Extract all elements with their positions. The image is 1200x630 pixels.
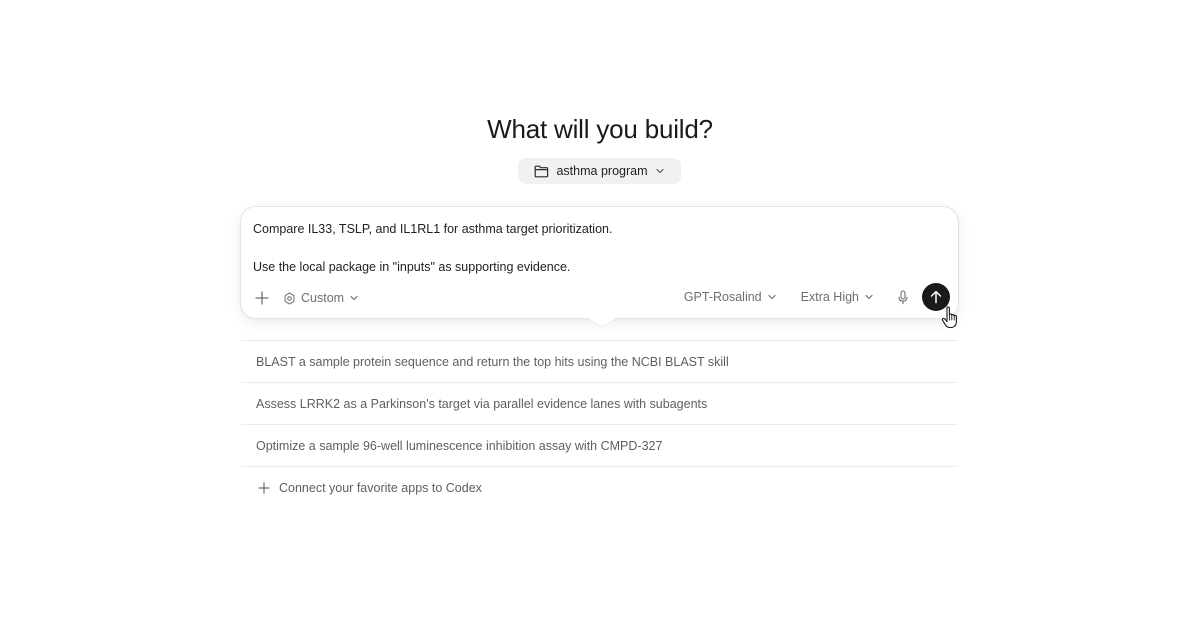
suggestion-list: BLAST a sample protein sequence and retu… <box>241 340 958 508</box>
connect-apps-button[interactable]: Connect your favorite apps to Codex <box>241 466 958 508</box>
model-label: GPT-Rosalind <box>683 290 762 304</box>
folder-icon <box>534 165 549 178</box>
chevron-down-icon <box>655 166 665 176</box>
mode-selector[interactable]: Custom <box>283 291 359 305</box>
prompt-line: Compare IL33, TSLP, and IL1RL1 for asthm… <box>253 222 613 236</box>
chevron-down-icon <box>350 295 358 301</box>
prompt-input[interactable]: Compare IL33, TSLP, and IL1RL1 for asthm… <box>253 220 943 277</box>
gear-icon <box>284 291 295 305</box>
chevron-down-icon <box>865 294 873 300</box>
arrow-up-icon <box>930 290 942 304</box>
effort-label: Extra High <box>800 290 859 304</box>
microphone-icon <box>898 289 908 304</box>
microphone-button[interactable] <box>897 289 909 305</box>
prompt-composer[interactable]: Compare IL33, TSLP, and IL1RL1 for asthm… <box>240 206 959 319</box>
composer-toolbar-right: GPT-Rosalind Extra High <box>684 282 950 312</box>
reasoning-effort-selector[interactable]: Extra High <box>801 290 874 304</box>
plus-icon <box>255 291 269 305</box>
add-attachment-button[interactable] <box>255 291 269 305</box>
project-selector[interactable]: asthma program <box>518 158 681 184</box>
mode-label: Custom <box>301 291 345 305</box>
composer-toolbar-left: Custom <box>255 287 359 309</box>
project-label: asthma program <box>556 164 648 178</box>
connect-apps-label: Connect your favorite apps to Codex <box>279 480 482 495</box>
hand-cursor-icon <box>941 306 957 329</box>
suggestion-item[interactable]: BLAST a sample protein sequence and retu… <box>241 340 958 382</box>
suggestion-item[interactable]: Assess LRRK2 as a Parkinson's target via… <box>241 382 958 424</box>
model-selector[interactable]: GPT-Rosalind <box>684 290 777 304</box>
composer-notch <box>588 318 616 328</box>
page: What will you build? asthma program Comp… <box>0 0 1200 630</box>
suggestion-item[interactable]: Optimize a sample 96-well luminescence i… <box>241 424 958 466</box>
page-title: What will you build? <box>487 114 713 144</box>
plus-icon <box>258 481 270 494</box>
chevron-down-icon <box>768 294 776 300</box>
prompt-line: Use the local package in "inputs" as sup… <box>253 260 571 274</box>
